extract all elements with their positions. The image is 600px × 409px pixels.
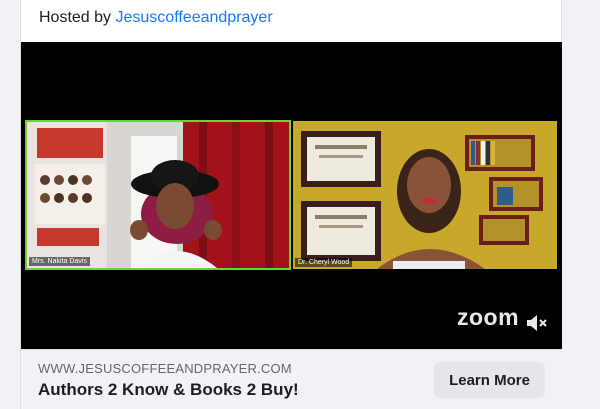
link-preview[interactable]: WWW.JESUSCOFFEEANDPRAYER.COM Authors 2 K… [21, 349, 562, 409]
host-name-link[interactable]: Jesuscoffeeandprayer [116, 9, 273, 26]
video-player[interactable]: Mrs. Nakita Davis Dr. Cheryl Wood zoom [21, 42, 562, 349]
post-card: Hosted by Jesuscoffeeandprayer Mrs. Naki… [20, 0, 562, 409]
hosted-by-label: Hosted by [39, 9, 112, 26]
link-title[interactable]: Authors 2 Know & Books 2 Buy! [38, 380, 299, 400]
zoom-watermark: zoom [457, 304, 520, 330]
participant-name-label: Dr. Cheryl Wood [295, 258, 353, 267]
learn-more-button[interactable]: Learn More [434, 362, 545, 398]
participant-video-cheryl-wood [293, 121, 557, 269]
hosted-by-line: Hosted by Jesuscoffeeandprayer [39, 9, 273, 27]
participant-video-nakita-davis [27, 122, 289, 268]
participant-tile-nakita-davis: Mrs. Nakita Davis [25, 120, 291, 270]
link-domain: WWW.JESUSCOFFEEANDPRAYER.COM [38, 361, 292, 376]
participant-tile-cheryl-wood: Dr. Cheryl Wood [293, 121, 557, 269]
mute-icon[interactable] [526, 313, 548, 333]
participant-name-label: Mrs. Nakita Davis [29, 257, 90, 266]
